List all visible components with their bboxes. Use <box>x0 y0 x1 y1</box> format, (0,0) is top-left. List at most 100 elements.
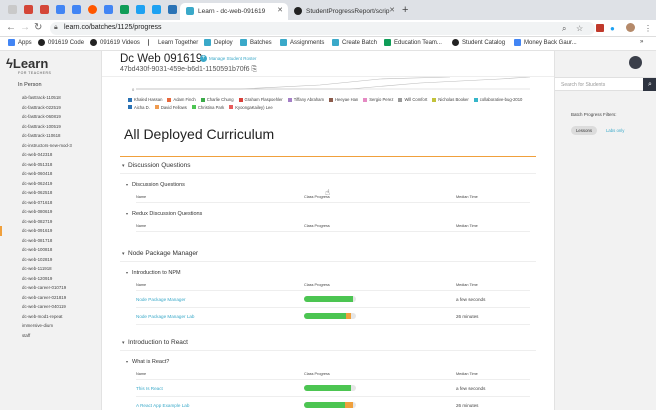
bookmark-videos[interactable]: 091619 Videos <box>90 39 140 46</box>
bookmark-learn-together[interactable]: Learn Together <box>148 39 198 46</box>
new-tab-icon[interactable]: + <box>402 4 408 16</box>
bookmark-deploy[interactable]: Deploy <box>204 39 233 46</box>
chart-series-line <box>136 77 531 90</box>
col-median-header: Median Time <box>456 283 478 287</box>
sidebar-item-batch[interactable]: dc-web-062419 <box>0 179 102 189</box>
caret-down-icon[interactable]: ▾ <box>120 251 128 257</box>
sidebar-item-batch[interactable]: dc-web-081718 <box>0 236 102 246</box>
legend-entry: Tiffany Abraham <box>287 96 324 103</box>
docs-tab-icon[interactable] <box>104 5 113 14</box>
col-name-header: Name <box>136 224 147 228</box>
bookmark-create-batch[interactable]: Create Batch <box>332 39 377 46</box>
sidebar-item-batch[interactable]: dc-web-102819 <box>0 255 102 265</box>
unit-header[interactable]: ▾ What is React? <box>120 355 536 368</box>
median-time: a few seconds <box>456 386 486 391</box>
bookmark-money-back[interactable]: Money Back Gaur... <box>514 39 577 46</box>
tab-github[interactable]: StudentProgressReport/scrip ✕ <box>288 3 400 20</box>
sidebar-item-batch[interactable]: dc-web-062518 <box>0 188 102 198</box>
lesson-link[interactable]: Node Package Manager <box>136 297 186 302</box>
star-icon[interactable]: ☆ <box>576 24 583 33</box>
course-header[interactable]: ▾ Node Package Manager <box>120 246 536 262</box>
search-icon[interactable]: ⌕ <box>643 78 656 91</box>
sidebar-item-batch[interactable]: dc-web-career-010719 <box>0 283 102 293</box>
bookmark-assignments[interactable]: Assignments <box>280 39 324 46</box>
sidebar-item-batch[interactable]: dc-web-071618 <box>0 198 102 208</box>
sidebar-item-batch[interactable]: dc-web-091619 <box>0 226 102 236</box>
filter-labs-only[interactable]: Labs only <box>601 126 629 135</box>
sidebar-item-batch[interactable]: dc-fasttrack-060819 <box>0 112 102 122</box>
lesson-link[interactable]: Node Package Manager Lab <box>136 314 194 319</box>
pinned-tab-icon[interactable] <box>8 5 17 14</box>
lesson-table-header: Name Class Progress Median Time <box>136 368 530 380</box>
col-progress-header: Class Progress <box>304 224 330 228</box>
caret-down-icon[interactable]: ▾ <box>120 163 128 169</box>
legend-label: Will Comfort <box>404 97 428 102</box>
course-header[interactable]: ▾ Discussion Questions <box>120 158 536 174</box>
caret-down-icon[interactable]: ▾ <box>120 340 128 346</box>
sidebar-item-batch[interactable]: dc-web-060418 <box>0 169 102 179</box>
back-icon[interactable]: ← <box>6 22 16 33</box>
sidebar-item-batch[interactable]: dc-fasttrack-110618 <box>0 131 102 141</box>
gmail-tab-icon[interactable] <box>40 5 49 14</box>
course-title: Introduction to React <box>128 339 188 346</box>
bookmark-code[interactable]: 091619 Code <box>38 39 84 46</box>
bookmark-batches[interactable]: Batches <box>240 39 272 46</box>
progress-complete-fill <box>304 402 345 408</box>
sidebar-item-batch[interactable]: dc-fasttrack-022519 <box>0 103 102 113</box>
sheets-tab-icon[interactable] <box>120 5 129 14</box>
sidebar-item-batch[interactable]: dc-web-051318 <box>0 160 102 170</box>
twitter-tab-icon[interactable] <box>136 5 145 14</box>
user-avatar[interactable] <box>629 56 642 69</box>
sidebar-item-batch[interactable]: dc-web-080619 <box>0 207 102 217</box>
sidebar-item-batch[interactable]: dc-fasttrack-100519 <box>0 122 102 132</box>
close-icon[interactable]: ✕ <box>277 6 283 14</box>
legend-label: Aicha D. <box>134 104 150 110</box>
sidebar-item-batch[interactable]: immersive-dium <box>0 321 102 331</box>
tab-learn[interactable]: Learn - dc-web-091619 ✕ <box>180 3 288 20</box>
filter-lessons[interactable]: Lessons <box>571 126 598 135</box>
sidebar-item-batch[interactable]: dc-web-career-021819 <box>0 293 102 303</box>
close-icon[interactable]: ✕ <box>389 6 395 14</box>
docs-tab-icon[interactable] <box>56 5 65 14</box>
sidebar-item-batch[interactable]: dc-web-042318 <box>0 150 102 160</box>
calendar-tab-icon[interactable] <box>168 5 177 14</box>
student-search-input[interactable]: Search for Students ⌕ <box>555 77 656 91</box>
reload-icon[interactable]: ↻ <box>34 22 42 33</box>
forward-icon[interactable]: → <box>20 22 30 33</box>
sidebar-item-batch[interactable]: ab-fasttrack-110518 <box>0 93 102 103</box>
sidebar-item-batch[interactable]: dc-web-120919 <box>0 274 102 284</box>
twitter-extension-icon[interactable]: ● <box>610 24 615 33</box>
sidebar-item-batch[interactable]: dc-web-career-040119 <box>0 302 102 312</box>
copy-icon[interactable]: ⎘ <box>251 66 257 73</box>
bookmark-education-team[interactable]: Education Team... <box>384 39 442 46</box>
sidebar-item-batch[interactable]: dc-instructors-new-mod-3 <box>0 141 102 151</box>
bookmark-apps[interactable]: Apps <box>8 39 32 46</box>
reddit-tab-icon[interactable] <box>88 5 97 14</box>
sidebar-item-batch[interactable]: dc-web-082719 <box>0 217 102 227</box>
search-icon[interactable]: ⌕ <box>562 24 566 34</box>
sidebar-item-batch[interactable]: dc-web-mod1-repeat <box>0 312 102 322</box>
learn-logo[interactable]: ϟLearn <box>6 56 48 71</box>
tab-github-label: StudentProgressReport/scrip <box>306 8 390 15</box>
sidebar-item-batch[interactable]: staff <box>0 331 102 341</box>
gmail-tab-icon[interactable] <box>24 5 33 14</box>
profile-avatar-icon[interactable] <box>626 23 635 32</box>
extension-icon[interactable] <box>596 24 604 32</box>
bookmarks-overflow-icon[interactable]: » <box>640 39 643 45</box>
bookmark-student-catalog[interactable]: Student Catalog <box>452 39 505 46</box>
legend-entry: Will Comfort <box>398 96 427 103</box>
docs-tab-icon[interactable] <box>72 5 81 14</box>
unit-header[interactable]: ▾ Redux Discussion Questions <box>120 207 536 220</box>
lesson-link[interactable]: A React App Example Lab <box>136 403 189 408</box>
menu-dots-icon[interactable]: ⋮ <box>644 24 652 33</box>
sidebar-item-batch[interactable]: dc-web-100818 <box>0 245 102 255</box>
manage-roster-button[interactable]: + Manage Student Roster <box>200 55 257 62</box>
lesson-link[interactable]: This Is React <box>136 386 163 391</box>
legend-swatch <box>363 97 368 102</box>
sidebar-item-batch[interactable]: dc-web-111918 <box>0 264 102 274</box>
course-header[interactable]: ▾ Introduction to React <box>120 335 536 351</box>
col-name-header: Name <box>136 372 147 376</box>
url-field[interactable]: 🔒︎ learn.co/batches/1125/progress <box>50 22 595 35</box>
unit-header[interactable]: ▾ Introduction to NPM <box>120 266 536 279</box>
twitter-tab-icon[interactable] <box>152 5 161 14</box>
